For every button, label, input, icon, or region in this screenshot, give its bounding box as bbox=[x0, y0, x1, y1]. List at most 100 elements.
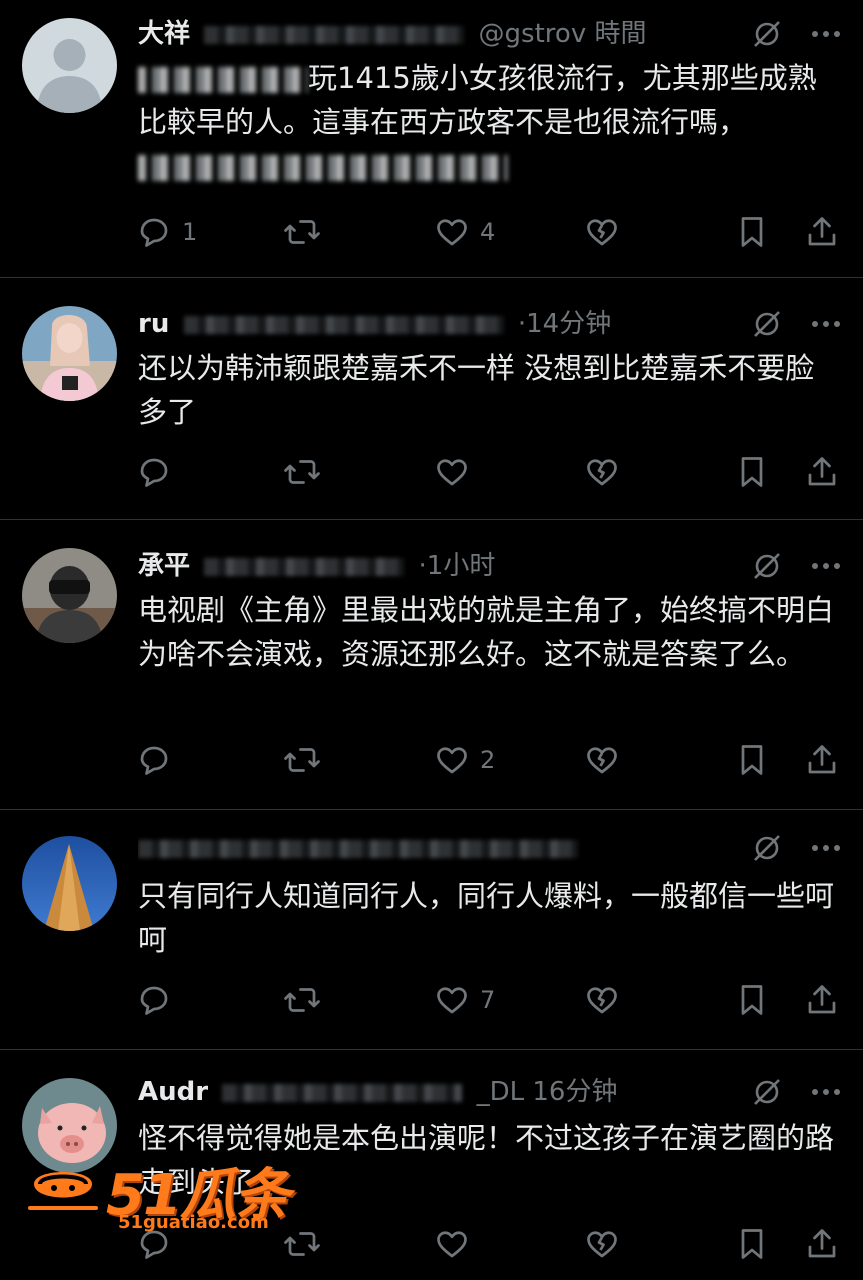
retweet-button[interactable] bbox=[282, 1224, 322, 1264]
bookmark-button[interactable] bbox=[736, 1224, 768, 1264]
more-dots-icon[interactable] bbox=[811, 562, 841, 570]
reply-icon bbox=[140, 746, 168, 775]
retweet-button[interactable] bbox=[282, 980, 322, 1020]
more-dots-icon[interactable] bbox=[811, 320, 841, 328]
action-bar: 1 4 bbox=[136, 212, 841, 252]
share-button[interactable] bbox=[804, 452, 840, 492]
post-time: ·1小时 bbox=[418, 551, 496, 581]
action-bar: 7 bbox=[136, 980, 841, 1020]
dislike-button[interactable] bbox=[584, 212, 620, 252]
like-icon bbox=[437, 987, 467, 1014]
dislike-button[interactable] bbox=[584, 1224, 620, 1264]
grok-slash-icon[interactable] bbox=[751, 550, 783, 582]
bookmark-button[interactable] bbox=[736, 212, 768, 252]
reply-icon bbox=[140, 986, 168, 1015]
more-dots-icon[interactable] bbox=[811, 1088, 841, 1096]
reply-item[interactable]: 承平 ·1小时 电视剧《主角》里最出戏的就是主角了，始终搞不明白为啥不会演戏，资… bbox=[0, 520, 863, 810]
bookmark-button[interactable] bbox=[736, 452, 768, 492]
reply-text-block: 玩1415歲小女孩很流行，尤其那些成熟比較早的人。這事在西方政客不是也很流行嗎， bbox=[138, 56, 835, 188]
author-handle: _DL bbox=[476, 1077, 525, 1107]
retweet-icon bbox=[284, 1232, 320, 1256]
reply-item[interactable]: ru ·14分钟 还以为韩沛颖跟楚嘉禾不一样 没想到比楚嘉禾不要脸多了 bbox=[0, 278, 863, 520]
avatar[interactable] bbox=[22, 18, 117, 113]
reply-button[interactable]: 1 bbox=[136, 212, 197, 252]
author-name[interactable]: 承平 bbox=[138, 551, 190, 581]
grok-slash-icon[interactable] bbox=[751, 308, 783, 340]
site-watermark: 51瓜条 51guatiao.com bbox=[28, 1150, 328, 1233]
avatar[interactable] bbox=[22, 306, 117, 401]
reply-button[interactable] bbox=[136, 452, 182, 492]
bookmark-button[interactable] bbox=[736, 740, 768, 780]
share-icon bbox=[808, 457, 836, 486]
reply-header: ru ·14分钟 bbox=[138, 304, 743, 344]
share-button[interactable] bbox=[804, 212, 840, 252]
redacted-handle bbox=[183, 315, 504, 334]
retweet-icon bbox=[284, 748, 320, 772]
share-icon bbox=[808, 745, 836, 774]
like-button[interactable]: 7 bbox=[434, 980, 495, 1020]
redacted-handle bbox=[204, 557, 405, 576]
grok-slash-icon[interactable] bbox=[751, 832, 783, 864]
avatar-photo bbox=[22, 548, 117, 643]
retweet-icon bbox=[284, 988, 320, 1012]
avatar[interactable] bbox=[22, 548, 117, 643]
bookmark-icon bbox=[741, 457, 763, 487]
reply-text: 还以为韩沛颖跟楚嘉禾不一样 没想到比楚嘉禾不要脸多了 bbox=[138, 351, 815, 429]
post-time: ·14分钟 bbox=[517, 309, 612, 339]
retweet-button[interactable] bbox=[282, 740, 322, 780]
reply-item[interactable]: 大祥 @gstrov 時間 玩1415歲小女孩很流行，尤其那些成熟比較早的人。這… bbox=[0, 0, 863, 278]
redacted-text bbox=[138, 67, 308, 93]
dislike-icon bbox=[587, 1231, 617, 1258]
avatar[interactable] bbox=[22, 836, 117, 931]
author-name[interactable]: 大祥 bbox=[138, 19, 190, 49]
action-bar: 2 bbox=[136, 740, 841, 780]
share-button[interactable] bbox=[804, 740, 840, 780]
header-icons bbox=[751, 828, 841, 868]
reply-icon bbox=[140, 218, 168, 247]
like-button[interactable] bbox=[434, 452, 470, 492]
reply-icon bbox=[140, 458, 168, 487]
grok-slash-icon[interactable] bbox=[751, 18, 783, 50]
reply-header: 大祥 @gstrov 時間 bbox=[138, 14, 743, 54]
share-icon bbox=[808, 985, 836, 1014]
default-avatar-icon bbox=[22, 18, 117, 113]
grok-slash-icon[interactable] bbox=[751, 1076, 783, 1108]
retweet-button[interactable] bbox=[282, 452, 322, 492]
dislike-icon bbox=[587, 459, 617, 486]
author-name[interactable]: Audr bbox=[138, 1077, 208, 1107]
author-name[interactable]: ru bbox=[138, 309, 169, 339]
bookmark-icon bbox=[741, 745, 763, 775]
avatar-photo bbox=[22, 836, 117, 931]
author-handle: @gstrov bbox=[478, 19, 587, 49]
post-time: 時間 bbox=[594, 19, 647, 49]
like-icon bbox=[437, 459, 467, 486]
dislike-button[interactable] bbox=[584, 980, 620, 1020]
like-button[interactable]: 2 bbox=[434, 740, 495, 780]
redacted-handle bbox=[204, 25, 465, 44]
reply-text: 只有同行人知道同行人，同行人爆料，一般都信一些呵呵 bbox=[138, 879, 835, 957]
like-button[interactable] bbox=[434, 1224, 470, 1264]
reply-header bbox=[138, 828, 743, 868]
like-button[interactable]: 4 bbox=[434, 212, 495, 252]
action-bar bbox=[136, 452, 841, 492]
reply-button[interactable] bbox=[136, 980, 172, 1020]
reply-button[interactable] bbox=[136, 740, 172, 780]
dislike-button[interactable] bbox=[584, 452, 620, 492]
more-dots-icon[interactable] bbox=[811, 30, 841, 38]
share-button[interactable] bbox=[804, 980, 840, 1020]
share-button[interactable] bbox=[804, 1224, 840, 1264]
avatar-photo bbox=[22, 306, 117, 401]
watermark-url: 51guatiao.com bbox=[118, 1212, 269, 1233]
bookmark-icon bbox=[741, 1229, 763, 1259]
redacted-handle bbox=[222, 1083, 463, 1102]
retweet-button[interactable] bbox=[282, 212, 332, 252]
reply-item[interactable]: 只有同行人知道同行人，同行人爆料，一般都信一些呵呵 7 bbox=[0, 810, 863, 1050]
retweet-icon bbox=[284, 460, 320, 484]
dislike-icon bbox=[587, 987, 617, 1014]
retweet-icon bbox=[284, 220, 320, 244]
bookmark-button[interactable] bbox=[736, 980, 768, 1020]
bookmark-icon bbox=[741, 217, 763, 247]
reply-header: 承平 ·1小时 bbox=[138, 546, 743, 586]
more-dots-icon[interactable] bbox=[811, 844, 841, 852]
dislike-button[interactable] bbox=[584, 740, 620, 780]
